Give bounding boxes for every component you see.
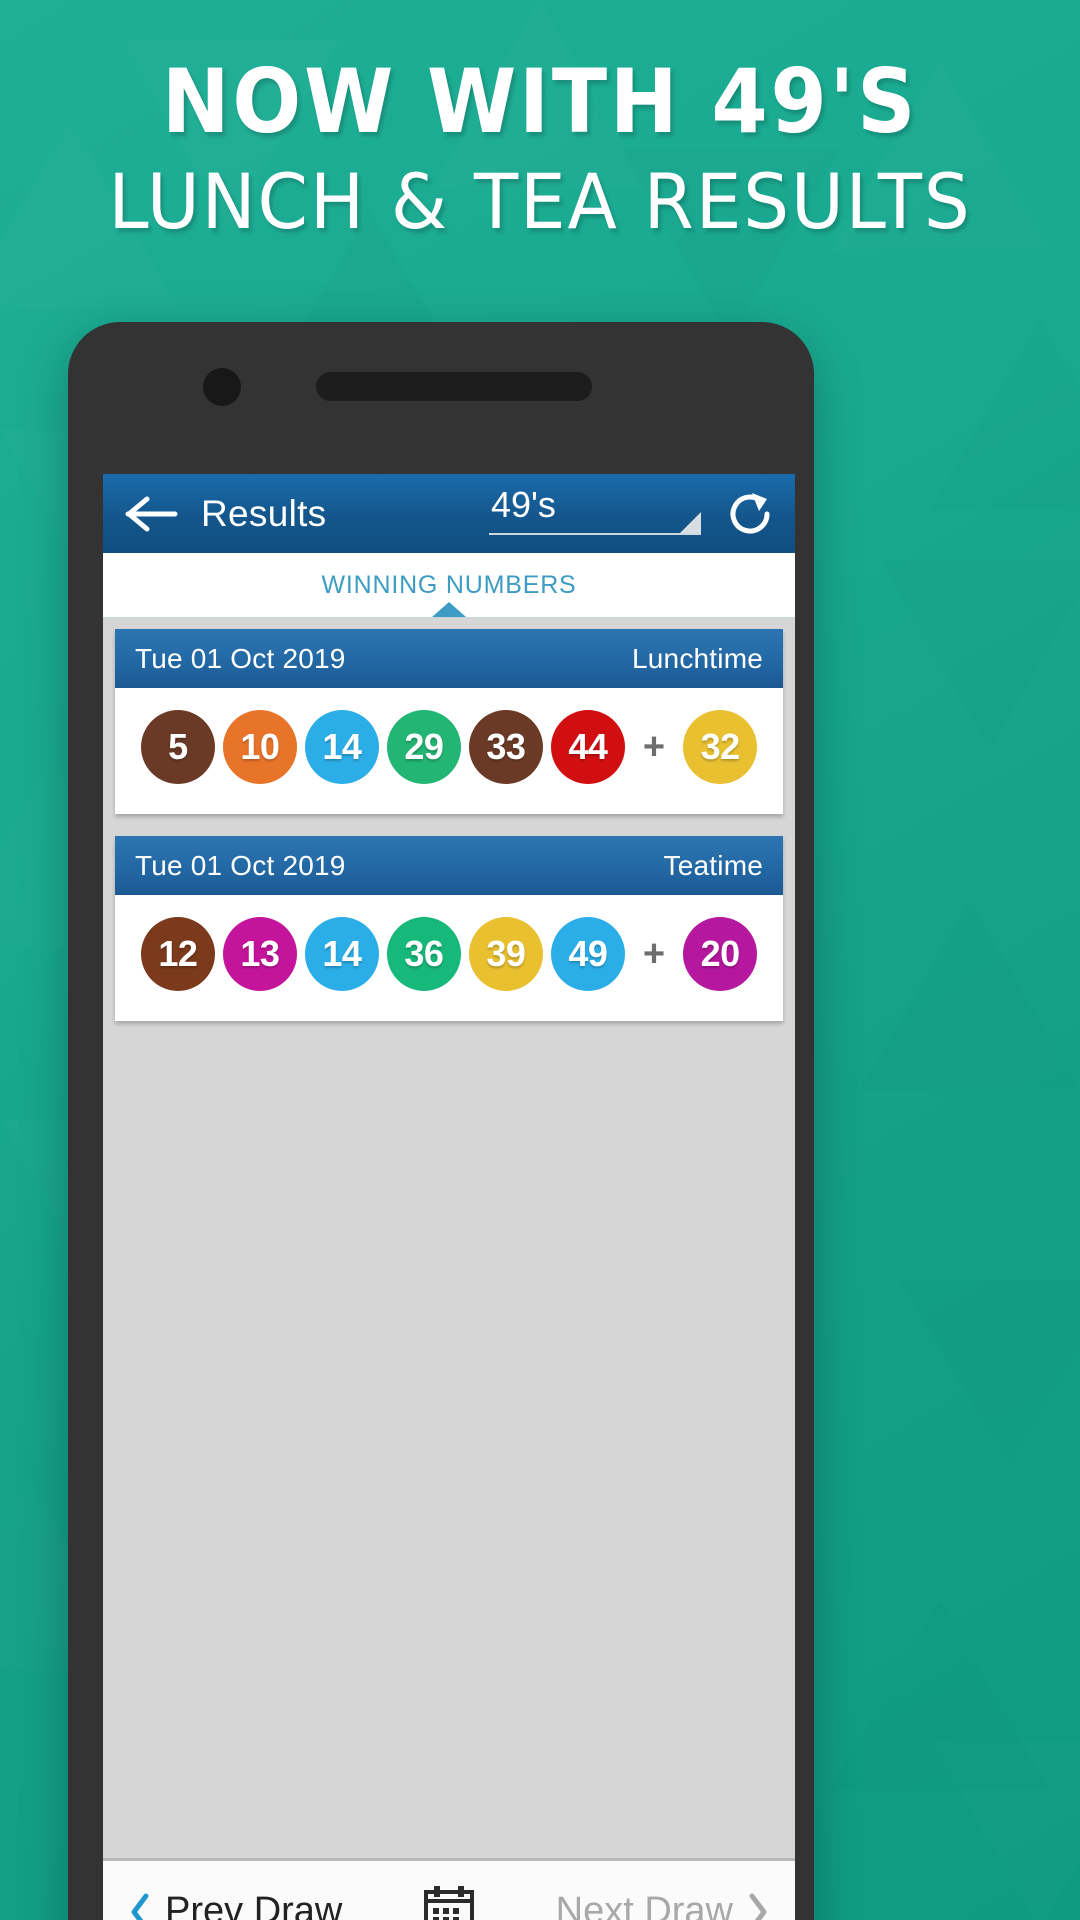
front-camera-icon (203, 368, 241, 406)
phone-top-bezel (68, 322, 814, 474)
bonus-separator: + (642, 726, 666, 768)
lottery-ball: 33 (468, 710, 543, 784)
tab-winning-numbers[interactable]: WINNING NUMBERS (321, 571, 576, 600)
tab-selected-indicator (432, 602, 466, 617)
chevron-right-icon (747, 1892, 769, 1920)
bonus-ball: 20 (683, 917, 758, 991)
result-date: Tue 01 Oct 2019 (135, 849, 346, 881)
bonus-ball: 32 (683, 710, 758, 784)
result-draw-name: Lunchtime (632, 642, 763, 674)
background-triangle (900, 1280, 1080, 1470)
page-title: Results (201, 492, 327, 534)
result-card-header: Tue 01 Oct 2019 Teatime (115, 836, 783, 895)
bottom-navigation-bar: Prev Draw Next Draw (103, 1858, 795, 1920)
game-selector-spinner[interactable]: 49's (489, 484, 701, 544)
lottery-ball: 14 (304, 917, 379, 991)
lottery-ball: 10 (222, 710, 297, 784)
result-card-body: 5 10 14 29 33 44 + 32 (115, 688, 783, 814)
prev-draw-button[interactable]: Prev Draw (129, 1890, 342, 1920)
result-draw-name: Teatime (663, 849, 763, 881)
earpiece-speaker (316, 372, 592, 401)
lottery-ball: 14 (304, 710, 379, 784)
lottery-ball: 44 (550, 710, 625, 784)
result-card[interactable]: Tue 01 Oct 2019 Lunchtime 5 10 14 29 33 … (115, 629, 783, 814)
promo-screenshot: NOW WITH 49'S LUNCH & TEA RESULTS Result… (0, 0, 1080, 1920)
lottery-ball: 36 (386, 917, 461, 991)
winning-numbers-row: 12 13 14 36 39 49 + 20 (140, 917, 758, 991)
result-date: Tue 01 Oct 2019 (135, 642, 346, 674)
game-selector-value: 49's (491, 483, 556, 525)
result-card-body: 12 13 14 36 39 49 + 20 (115, 895, 783, 1021)
lottery-ball: 12 (140, 917, 215, 991)
lottery-ball: 5 (140, 710, 215, 784)
phone-screen: Results 49's WINNING NUMBERS Tue 01 Oct … (103, 474, 795, 1920)
next-draw-button[interactable]: Next Draw (556, 1890, 769, 1920)
result-card-header: Tue 01 Oct 2019 Lunchtime (115, 629, 783, 688)
app-bar: Results 49's (103, 474, 795, 553)
spinner-underline (489, 532, 701, 535)
back-arrow-icon[interactable] (125, 493, 179, 535)
next-draw-label: Next Draw (555, 1890, 733, 1920)
lottery-ball: 29 (386, 710, 461, 784)
result-card[interactable]: Tue 01 Oct 2019 Teatime 12 13 14 36 39 4… (115, 836, 783, 1021)
phone-mockup: Results 49's WINNING NUMBERS Tue 01 Oct … (68, 322, 814, 1920)
lottery-ball: 39 (468, 917, 543, 991)
tab-bar: WINNING NUMBERS (103, 553, 795, 619)
background-triangle (930, 1740, 1080, 1920)
dropdown-caret-icon (680, 511, 701, 533)
promo-text-block: NOW WITH 49'S LUNCH & TEA RESULTS (0, 50, 1080, 247)
prev-draw-label: Prev Draw (165, 1890, 343, 1920)
background-triangle (930, 320, 1080, 510)
results-list: Tue 01 Oct 2019 Lunchtime 5 10 14 29 33 … (103, 619, 795, 1858)
lottery-ball: 13 (222, 917, 297, 991)
bonus-separator: + (642, 933, 666, 975)
promo-headline: NOW WITH 49'S (161, 50, 919, 153)
chevron-left-icon (129, 1892, 151, 1920)
lottery-ball: 49 (550, 917, 625, 991)
background-triangle (880, 560, 1080, 750)
calendar-icon[interactable] (419, 1882, 479, 1920)
winning-numbers-row: 5 10 14 29 33 44 + 32 (140, 710, 758, 784)
background-triangle (860, 900, 1080, 1090)
promo-subheadline: LUNCH & TEA RESULTS (108, 157, 972, 247)
refresh-icon[interactable] (723, 487, 777, 541)
